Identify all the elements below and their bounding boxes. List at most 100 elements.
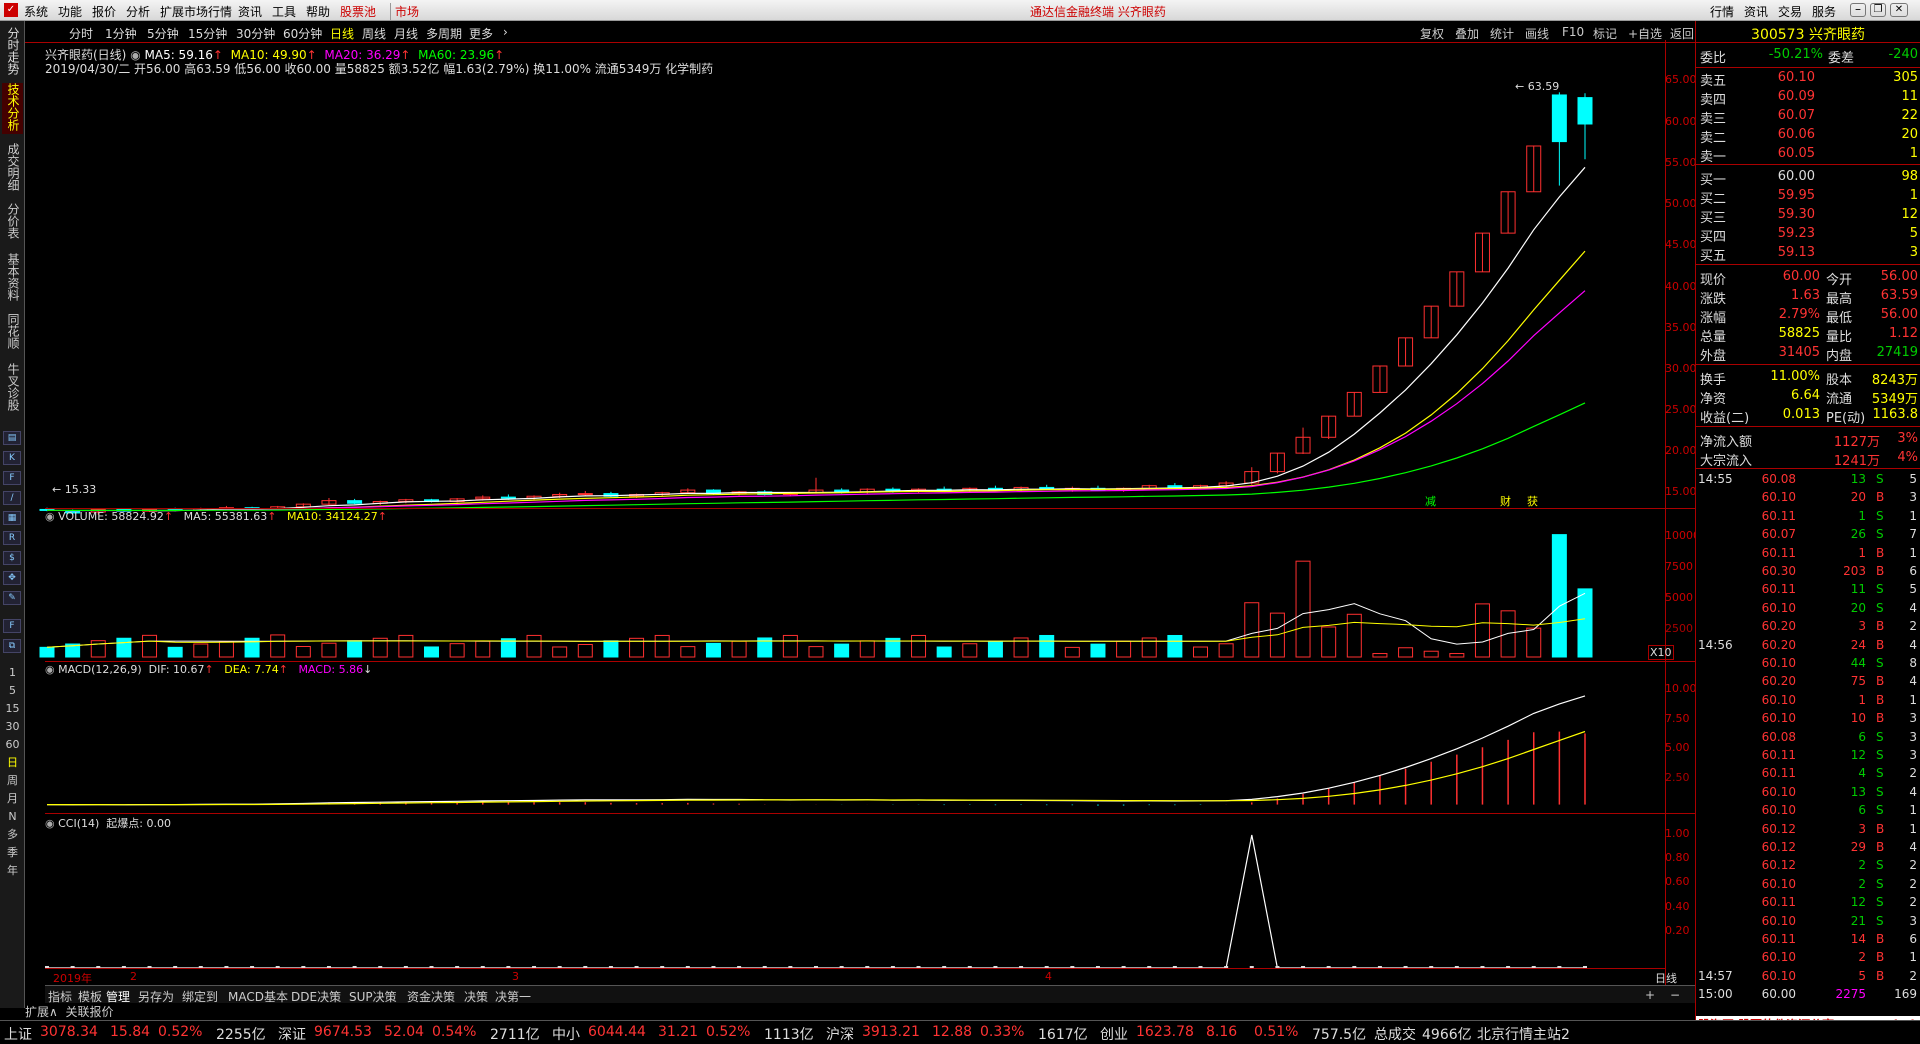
btab-dde[interactable]: DDE决策	[291, 988, 341, 1005]
btab-judiyi[interactable]: 决第一	[495, 988, 531, 1005]
index-status-bar: 上证 3078.34 15.84 0.52% 2255亿 深证 9674.53 52.04 0.…	[0, 1020, 1920, 1043]
btab-macd[interactable]: MACD基本	[228, 988, 288, 1005]
restore-icon[interactable]: ❐	[1870, 3, 1886, 17]
tick-direction: S	[1876, 729, 1884, 744]
k-icon[interactable]: K	[3, 451, 21, 465]
move-icon[interactable]: ✥	[3, 571, 21, 585]
macd-toggle-icon[interactable]: ◉	[45, 663, 58, 676]
btab-bangding[interactable]: 绑定到	[182, 988, 218, 1005]
menu-news[interactable]: 资讯	[238, 3, 262, 20]
cci-extra: 起爆点: 0.00	[106, 817, 171, 830]
btab-lingcunwei[interactable]: 另存为	[138, 988, 174, 1005]
stat-value: 56.00	[1880, 307, 1918, 322]
menu-stock-pool[interactable]: 股票池	[340, 3, 376, 20]
tick-volume: 13	[1850, 472, 1866, 486]
period-week[interactable]: 周	[2, 772, 23, 790]
level-label: 卖五	[1700, 74, 1727, 89]
cci-toggle-icon[interactable]: ◉	[45, 817, 58, 830]
tick-count: 3	[1909, 490, 1917, 505]
volume-bar	[475, 640, 491, 658]
candle-body	[1551, 94, 1567, 143]
menu-tools[interactable]: 工具	[272, 3, 296, 20]
btn-hangqing[interactable]: 行情	[1710, 3, 1734, 20]
fs-icon[interactable]: F	[3, 619, 21, 633]
btab-juece[interactable]: 决策	[464, 988, 488, 1005]
rsi-icon[interactable]: R	[3, 531, 21, 545]
tab-jishu[interactable]: 技术分析	[2, 83, 23, 134]
tick-row: 60.20 3 B 2	[1696, 618, 1919, 636]
event-huo[interactable]: 获	[1527, 493, 1538, 509]
period-1[interactable]: 1	[2, 664, 23, 682]
tick-row: 60.10 20 B 3	[1696, 489, 1919, 507]
volume-bar	[1526, 627, 1542, 658]
tick-row: 60.11 12 S 2	[1696, 894, 1919, 912]
zoom-in-icon[interactable]: +	[1645, 988, 1655, 1002]
macd-line	[47, 730, 1586, 806]
menu-market[interactable]: 市场	[390, 3, 419, 20]
period-5[interactable]: 5	[2, 682, 23, 700]
chart-icon[interactable]: ▤	[3, 431, 21, 445]
tick-volume: 2275	[1835, 987, 1866, 1002]
event-jian[interactable]: 减	[1425, 493, 1436, 509]
btn-zixun[interactable]: 资讯	[1744, 3, 1768, 20]
tick-list[interactable]: 14:55 60.08 13 S 5 60.10 20 B 3 60.11 1 S 1 60.07 26 S 7…	[1696, 471, 1920, 1031]
expand-button[interactable]: 扩展∧	[25, 1005, 58, 1019]
btab-zijin[interactable]: 资金决策	[407, 988, 455, 1005]
tab-jiben[interactable]: 基本资料	[2, 253, 23, 304]
buy-level: 买一 60.00 98	[1700, 168, 1918, 188]
tick-time: 14:55	[1698, 472, 1733, 486]
menu-function[interactable]: 功能	[58, 3, 82, 20]
menu-system[interactable]: 系统	[24, 3, 48, 20]
copy-icon[interactable]: ⧉	[3, 639, 21, 653]
pen-icon[interactable]: ✎	[3, 591, 21, 605]
period-60[interactable]: 60	[2, 736, 23, 754]
stat-row: 收益(二) 0.013 PE(动) 1163.8	[1700, 406, 1918, 426]
fm-icon[interactable]: F	[3, 471, 21, 485]
period-30[interactable]: 30	[2, 718, 23, 736]
period-multi[interactable]: 多	[2, 826, 23, 844]
period-season[interactable]: 季	[2, 844, 23, 862]
grid-icon[interactable]: ▦	[3, 511, 21, 525]
close-icon[interactable]: ✕	[1890, 3, 1908, 17]
tab-tonghuashun[interactable]: 同花顺	[2, 313, 23, 352]
tab-chengjiao[interactable]: 成交明细	[2, 143, 23, 194]
menu-help[interactable]: 帮助	[306, 3, 330, 20]
volume-bar	[808, 646, 824, 658]
tab-fenjia[interactable]: 分价表	[2, 203, 23, 242]
period-n[interactable]: N	[2, 808, 23, 826]
tick-count: 1	[1909, 821, 1917, 836]
dollar-icon[interactable]: $	[3, 551, 21, 565]
price-tick: 65.00	[1665, 73, 1697, 86]
tab-fenshi[interactable]: 分时走势	[2, 27, 23, 78]
separator-cci	[45, 813, 1700, 814]
volume-toggle-icon[interactable]: ◉	[45, 510, 58, 523]
index-change: 31.21	[658, 1024, 699, 1040]
period-year[interactable]: 年	[2, 862, 23, 880]
line-icon[interactable]: ∕	[3, 491, 21, 505]
related-quote-button[interactable]: 关联报价	[65, 1005, 113, 1019]
zoom-out-icon[interactable]: −	[1670, 988, 1680, 1002]
tick-price: 60.10	[1761, 913, 1796, 928]
minimize-icon[interactable]: –	[1850, 3, 1866, 17]
tick-row: 14:56 60.20 24 B 4	[1696, 637, 1919, 655]
event-cai[interactable]: 财	[1500, 493, 1511, 509]
tab-niucha[interactable]: 牛叉诊股	[2, 363, 23, 414]
app-logo-icon[interactable]: ✓	[4, 3, 18, 17]
btn-fuwu[interactable]: 服务	[1812, 3, 1836, 20]
menu-ext-market[interactable]: 扩展市场行情	[160, 3, 232, 20]
index-pct: 0.54%	[432, 1024, 477, 1040]
period-day[interactable]: 日	[2, 754, 23, 772]
menu-quote[interactable]: 报价	[92, 3, 116, 20]
tb-f10[interactable]: F10	[1562, 25, 1584, 39]
more-arrow-icon[interactable]: ›	[503, 25, 508, 39]
btab-sup[interactable]: SUP决策	[349, 988, 397, 1005]
stat-value: 27419	[1876, 345, 1918, 360]
tick-volume: 24	[1850, 637, 1866, 652]
volume-bar	[552, 646, 568, 658]
tick-row: 60.30 203 B 6	[1696, 563, 1919, 581]
period-month[interactable]: 月	[2, 790, 23, 808]
period-15[interactable]: 15	[2, 700, 23, 718]
menu-analysis[interactable]: 分析	[126, 3, 150, 20]
tick-count: 3	[1909, 729, 1917, 744]
btn-jiaoyi[interactable]: 交易	[1778, 3, 1802, 20]
